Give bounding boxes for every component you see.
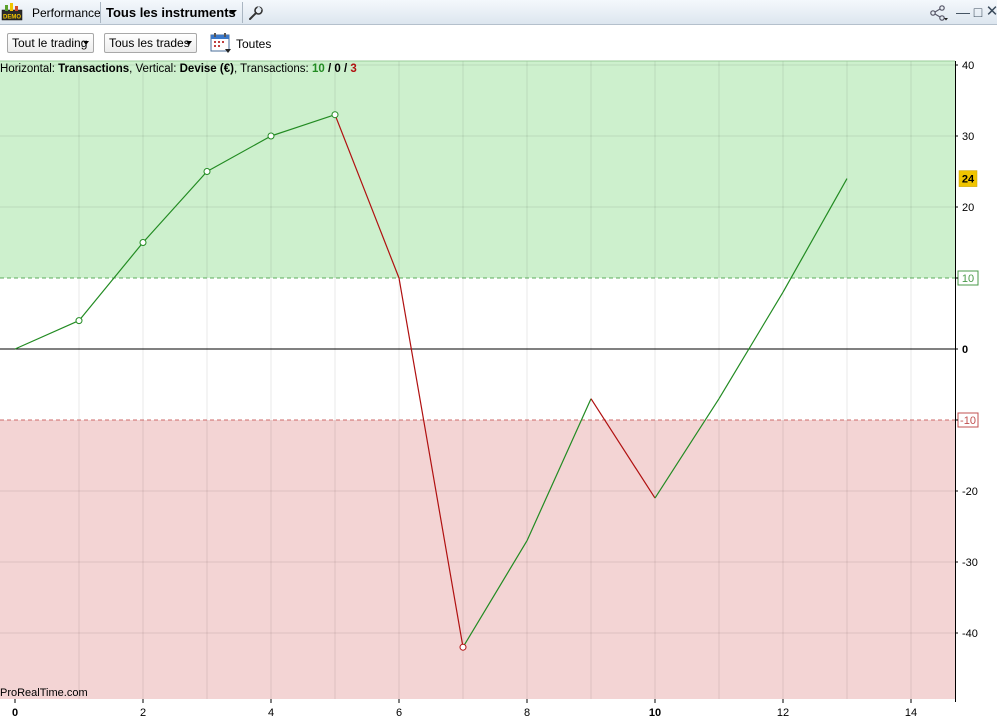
x-tick-label: 14 xyxy=(905,707,917,719)
y-tick-label: 20 xyxy=(962,202,974,214)
x-tick-label: 10 xyxy=(649,707,661,719)
data-point-marker xyxy=(267,132,275,140)
data-point-marker xyxy=(75,317,83,325)
y-tick-label: -30 xyxy=(962,557,978,569)
y-tick-label: 30 xyxy=(962,131,974,143)
count-separator: / xyxy=(340,63,351,75)
last-value-label: 24 xyxy=(962,174,975,186)
vertical-value: Devise (€) xyxy=(179,63,234,75)
count-separator: / xyxy=(324,63,335,75)
transactions-prefix: , Transactions: xyxy=(233,63,312,75)
x-tick-label: 8 xyxy=(524,707,530,719)
y-tick-label: -20 xyxy=(962,486,978,498)
winning-count: 10 xyxy=(311,63,325,75)
vertical-prefix: , Vertical: xyxy=(129,63,180,75)
x-tick-label: 6 xyxy=(396,707,402,719)
x-tick-label: 4 xyxy=(268,707,274,719)
threshold-label: 10 xyxy=(962,273,974,285)
y-tick-label: 0 xyxy=(962,344,968,356)
y-tick-label: -40 xyxy=(962,628,978,640)
losing-count: 3 xyxy=(350,63,357,75)
chart-info-line: Horizontal: Transactions, Vertical: Devi… xyxy=(0,63,357,75)
x-tick-label: 0 xyxy=(12,707,18,719)
horizontal-value: Transactions xyxy=(58,63,130,75)
performance-chart: 0 2 4 6 8 10 12 14403020100-10-20-30-4024 xyxy=(0,60,979,719)
data-point-marker xyxy=(331,111,339,119)
x-tick-label: 2 xyxy=(140,707,146,719)
series-segment xyxy=(718,291,784,400)
threshold-label: -10 xyxy=(960,415,976,427)
data-point-marker xyxy=(139,239,147,246)
series-segment xyxy=(14,320,80,350)
watermark: ProRealTime.com xyxy=(0,687,88,699)
horizontal-prefix: Horizontal: xyxy=(0,63,59,75)
data-point-marker xyxy=(459,643,467,651)
data-point-marker xyxy=(203,168,211,175)
x-tick-label: 12 xyxy=(777,707,789,719)
y-tick-label: 40 xyxy=(962,60,974,72)
